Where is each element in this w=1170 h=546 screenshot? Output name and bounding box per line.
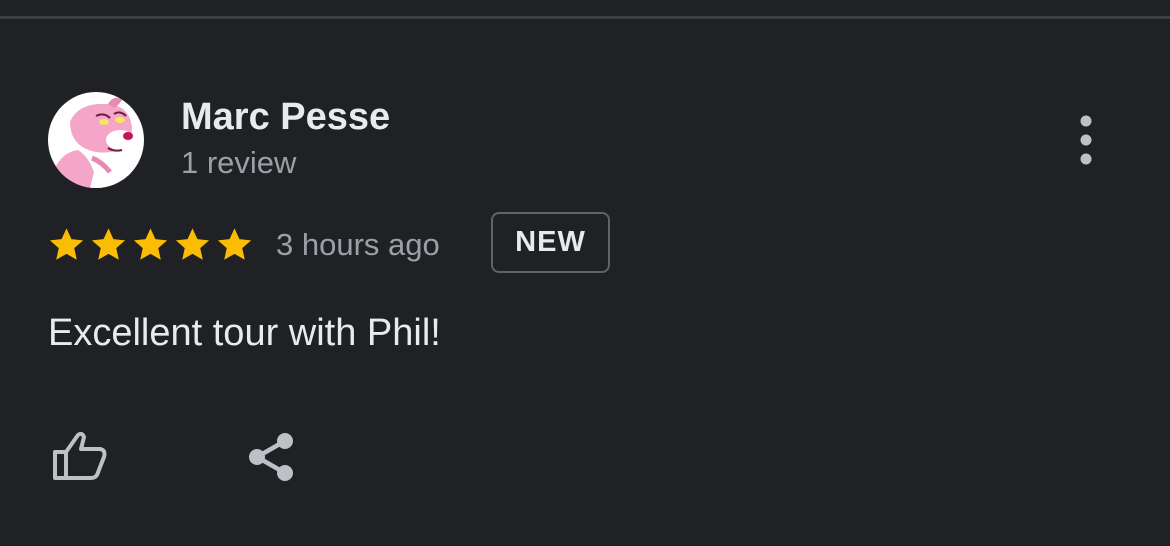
like-button[interactable] bbox=[46, 424, 114, 488]
share-button[interactable] bbox=[238, 424, 304, 490]
star-icon bbox=[175, 228, 210, 260]
star-icon bbox=[91, 228, 126, 260]
author-name[interactable]: Marc Pesse bbox=[181, 96, 390, 139]
star-icon bbox=[217, 228, 252, 260]
top-divider bbox=[0, 16, 1170, 19]
new-badge: NEW bbox=[491, 212, 610, 273]
avatar[interactable] bbox=[48, 92, 144, 188]
more-vertical-icon bbox=[1080, 115, 1092, 165]
more-options-button[interactable] bbox=[1062, 108, 1110, 172]
review-text: Excellent tour with Phil! bbox=[48, 312, 441, 354]
star-rating bbox=[47, 226, 254, 264]
review-timestamp: 3 hours ago bbox=[276, 227, 440, 262]
review-count[interactable]: 1 review bbox=[181, 145, 296, 181]
avatar-image bbox=[54, 97, 134, 188]
star-icon bbox=[49, 228, 84, 260]
thumbs-up-icon bbox=[53, 431, 107, 480]
star-icon bbox=[133, 228, 168, 260]
share-icon bbox=[249, 433, 293, 481]
